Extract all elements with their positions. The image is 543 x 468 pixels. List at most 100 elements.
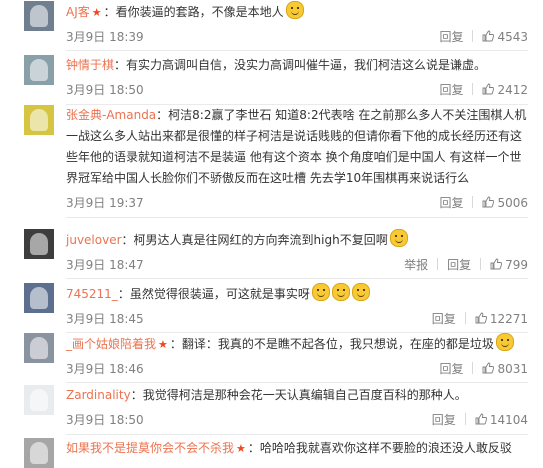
comment-body: 如果我不是提莫你会不会不杀我 ★ ：哈哈哈我就喜欢你这样不要脸的浪还没人敢反驳 [66,438,528,459]
like-button[interactable]: 2412 [482,83,528,97]
comment-text: Zardinality：我觉得柯洁是那种会花一天认真编辑自己百度百科的那种人。 [66,385,528,406]
star-icon: ★ [158,338,168,351]
timestamp: 3月9日 18:46 [66,362,144,376]
separator [464,413,466,425]
avatar[interactable] [24,105,54,135]
comment-actions: 回复 4543 [439,28,528,45]
like-button[interactable]: 12271 [475,312,528,326]
separator [472,30,474,42]
thumb-up-icon [483,196,495,208]
avatar[interactable] [24,333,54,363]
separator [472,196,474,208]
username-link[interactable]: 钟情于棋 [66,58,114,72]
comment-actions: 回复 12271 [432,310,528,327]
timestamp: 3月9日 18:50 [66,83,144,97]
thumb-up-icon [490,258,503,270]
comment-meta: 3月9日 18:39 回复 4543 [66,26,528,46]
avatar[interactable] [24,55,54,85]
comment-content: ：柯男达人真是往网红的方向奔流到high不复回啊 [121,233,388,247]
divider [66,50,528,51]
star-icon: ★ [91,6,102,19]
comment-content: ：我觉得柯洁是那种会花一天认真编辑自己百度百科的那种人。 [130,388,467,402]
emoji-icon [285,1,304,19]
like-count: 8031 [497,362,528,376]
avatar[interactable] [24,438,54,468]
separator [437,258,439,270]
reply-link[interactable]: 回复 [439,81,463,98]
comment-text: _画个姑娘陪着我 ★ ：翻译：我真的不是瞧不起各位，我只想说，在座的都是垃圾 [66,333,528,355]
like-count: 14104 [489,413,528,427]
comment-body: 张金典-Amanda：柯洁8:2赢了李世石 知道8:2代表啥 在之前那么多人不关… [66,105,528,212]
timestamp: 3月9日 18:50 [66,413,144,427]
like-button[interactable]: 4543 [482,30,528,44]
comment-text: 如果我不是提莫你会不会不杀我 ★ ：哈哈哈我就喜欢你这样不要脸的浪还没人敢反驳 [66,438,528,459]
emoji-icon [311,283,330,301]
comment-text: 张金典-Amanda：柯洁8:2赢了李世石 知道8:2代表啥 在之前那么多人不关… [66,105,528,189]
comment-actions: 回复 5006 [439,194,528,211]
avatar[interactable] [24,1,54,31]
comment-meta: 3月9日 18:46 回复 8031 [66,358,528,378]
report-link[interactable]: 举报 [404,256,428,273]
comment-text: AJ客 ★ ：看你装逼的套路，不像是本地人 [66,1,528,23]
like-count: 4543 [497,30,528,44]
username-link[interactable]: AJ客 [66,5,90,19]
emoji-icon [389,229,408,247]
comment-body: AJ客 ★ ：看你装逼的套路，不像是本地人 3月9日 18:39 回复 4543 [66,1,528,46]
comment-actions: 回复 8031 [439,360,528,377]
thumb-up-icon [475,413,487,425]
separator [472,362,474,374]
comment-body: 745211_：虽然觉得很装逼，可这就是事实呀 3月9日 18:45 回复 12271 [66,283,528,328]
reply-link[interactable]: 回复 [432,310,456,327]
comment-text: juvelover：柯男达人真是往网红的方向奔流到high不复回啊 [66,229,528,251]
divider [66,382,528,383]
like-count: 5006 [497,196,528,210]
reply-link[interactable]: 回复 [447,256,471,273]
thumb-up-icon [483,362,495,374]
separator [464,312,466,324]
reply-link[interactable]: 回复 [439,28,463,45]
avatar[interactable] [24,229,54,259]
comment-content: ：翻译：我真的不是瞧不起各位，我只想说，在座的都是垃圾 [169,337,494,351]
comment-meta: 3月9日 18:50 回复 14104 [66,409,528,429]
comment-meta: 3月9日 18:50 回复 2412 [66,79,528,99]
comment-body: _画个姑娘陪着我 ★ ：翻译：我真的不是瞧不起各位，我只想说，在座的都是垃圾 3月9日… [66,333,528,378]
comment-text: 745211_：虽然觉得很装逼，可这就是事实呀 [66,283,528,305]
like-button[interactable]: 14104 [475,413,528,427]
avatar[interactable] [24,283,54,313]
reply-link[interactable]: 回复 [432,411,456,428]
username-link[interactable]: _画个姑娘陪着我 [66,337,156,351]
username-link[interactable]: Zardinality [66,388,131,402]
timestamp: 3月9日 18:39 [66,30,144,44]
like-count: 799 [505,258,528,272]
emoji-icon [351,283,370,301]
comment-content: ：看你装逼的套路，不像是本地人 [103,5,284,19]
timestamp: 3月9日 18:47 [66,258,144,272]
emoji-icon [331,283,350,301]
comment-content: ：哈哈哈我就喜欢你这样不要脸的浪还没人敢反驳 [247,441,512,455]
avatar[interactable] [24,385,54,415]
like-button[interactable]: 8031 [482,362,528,376]
comment-body: juvelover：柯男达人真是往网红的方向奔流到high不复回啊 3月9日 18… [66,229,528,274]
comment-body: Zardinality：我觉得柯洁是那种会花一天认真编辑自己百度百科的那种人。 3… [66,385,528,429]
comment-text: 钟情于棋：有实力高调叫自信，没实力高调叫催牛逼，我们柯洁这么说是谦虚。 [66,55,528,76]
reply-link[interactable]: 回复 [439,360,463,377]
username-link[interactable]: 745211_ [66,287,118,301]
username-link[interactable]: 如果我不是提莫你会不会不杀我 [66,441,234,455]
like-button[interactable]: 5006 [482,196,528,210]
like-count: 2412 [497,83,528,97]
separator [472,83,474,95]
divider [66,434,528,435]
thumb-up-icon [483,30,495,42]
thumb-up-icon [483,83,495,95]
comment-meta: 3月9日 19:37 回复 5006 [66,192,528,212]
timestamp: 3月9日 19:37 [66,196,144,210]
comment-actions: 举报 回复 799 [404,256,528,273]
username-link[interactable]: 张金典-Amanda [66,108,156,122]
reply-link[interactable]: 回复 [439,194,463,211]
comment-meta: 3月9日 18:47 举报 回复 799 [66,254,528,274]
emoji-icon [495,333,514,351]
username-link[interactable]: juvelover [66,233,122,247]
comment-list: AJ客 ★ ：看你装逼的套路，不像是本地人 3月9日 18:39 回复 4543 钟情于棋：… [0,0,543,468]
star-icon: ★ [236,442,246,455]
like-button[interactable]: 799 [490,258,528,272]
